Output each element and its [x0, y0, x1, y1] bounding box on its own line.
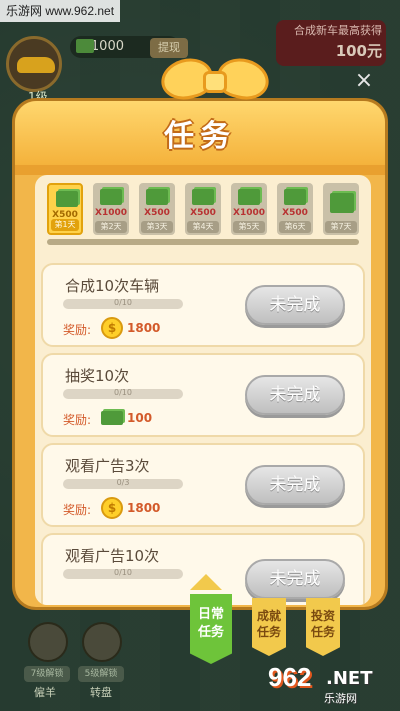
reward-label: 奖励: — [63, 503, 92, 517]
day-card-6[interactable]: X500 第6天 — [277, 183, 313, 235]
car-icon — [17, 57, 55, 73]
promo-text: 合成新车最高获得 — [294, 24, 382, 37]
day-card-4[interactable]: X500 第4天 — [185, 183, 221, 235]
task-item: 抽奖10次 0/10 奖励: 100 未完成 — [41, 353, 365, 437]
reward-label: 奖励: — [63, 413, 92, 427]
cash-icon — [146, 189, 168, 205]
gift-bow-icon — [155, 52, 275, 115]
task-name: 观看广告10次 — [65, 547, 160, 565]
incomplete-button[interactable]: 未完成 — [245, 465, 345, 505]
reward-label: 奖励: — [63, 323, 92, 337]
tab-daily[interactable]: 日常 任务 — [190, 594, 232, 664]
cash-icon — [100, 189, 122, 205]
day-label: 第7天 — [325, 221, 357, 233]
reward-amount: 100 — [127, 411, 153, 425]
tab-label: 成就 — [256, 609, 281, 623]
tab-pointer-icon — [190, 574, 222, 590]
task-item: 观看广告3次 0/3 奖励: $ 1800 未完成 — [41, 443, 365, 527]
cash-icon — [192, 189, 214, 205]
coin-icon: $ — [101, 317, 123, 339]
task-progress-text: 0/10 — [114, 298, 132, 307]
watermark: 乐游网 www.962.net — [0, 0, 121, 22]
task-progress-bar: 0/10 — [63, 388, 183, 399]
day-amount: X1000 — [233, 208, 265, 218]
tab-label: 任务 — [256, 625, 281, 639]
day-card-2[interactable]: X1000 第2天 — [93, 183, 129, 235]
logo-number: 962 — [268, 662, 312, 692]
day-card-7[interactable]: 第7天 — [323, 183, 359, 235]
site-logo: 962 .NET 乐游网 — [264, 660, 394, 706]
day-card-3[interactable]: X500 第3天 — [139, 183, 175, 235]
reward-amount: 1800 — [127, 321, 161, 335]
task-progress-bar: 0/10 — [63, 298, 183, 309]
task-item: 合成10次车辆 0/10 奖励: $ 1800 未完成 — [41, 263, 365, 347]
day-amount: X1000 — [95, 208, 127, 218]
unlock-chip: 7级解锁 — [24, 666, 70, 682]
cash-stack-icon — [330, 193, 354, 213]
tab-label: 任务 — [197, 625, 224, 640]
panel-title: 任务 — [164, 120, 236, 153]
logo-net: .NET — [326, 668, 373, 689]
incomplete-button[interactable]: 未完成 — [245, 559, 345, 599]
cash-icon — [56, 191, 78, 207]
coin-icon: $ — [101, 497, 123, 519]
day-label: 第3天 — [141, 221, 173, 233]
bottom-label: 僱羊 — [34, 686, 56, 699]
tab-achievement[interactable]: 成就 任务 — [252, 598, 286, 656]
day-amount: X500 — [144, 208, 170, 218]
days-progress-track — [47, 239, 359, 245]
task-name: 抽奖10次 — [65, 367, 130, 385]
day-amount: X500 — [190, 208, 216, 218]
reward-amount: 1800 — [127, 501, 161, 515]
cash-icon — [76, 39, 94, 53]
logo-subtitle: 乐游网 — [324, 692, 357, 705]
task-progress-text: 0/10 — [114, 568, 132, 577]
car-avatar[interactable] — [6, 36, 62, 92]
day-label: 第2天 — [95, 221, 127, 233]
task-progress-bar: 0/3 — [63, 478, 183, 489]
task-progress-text: 0/10 — [114, 388, 132, 397]
task-name: 观看广告3次 — [65, 457, 150, 475]
incomplete-button[interactable]: 未完成 — [245, 285, 345, 325]
daily-reward-strip: X500 第1天 X1000 第2天 X500 第3天 X500 第4天 X10… — [47, 183, 359, 243]
day-label: 第5天 — [233, 221, 265, 233]
day-label: 第1天 — [51, 219, 79, 231]
task-progress-bar: 0/10 — [63, 568, 183, 579]
incomplete-button[interactable]: 未完成 — [245, 375, 345, 415]
tab-investment[interactable]: 投资 任务 — [306, 598, 340, 656]
day-label: 第4天 — [187, 221, 219, 233]
task-panel: 任务 X500 第1天 X1000 第2天 X500 第3天 X500 第4天 — [12, 52, 388, 610]
day-amount: X500 — [282, 208, 308, 218]
panel-body: X500 第1天 X1000 第2天 X500 第3天 X500 第4天 X10… — [35, 175, 371, 605]
wheel-button[interactable] — [82, 622, 122, 662]
bottom-label: 转盘 — [90, 686, 112, 699]
close-icon[interactable]: × — [352, 70, 376, 94]
tab-label: 日常 — [197, 607, 224, 622]
cash-icon — [284, 189, 306, 205]
cash-icon — [101, 411, 123, 425]
task-progress-text: 0/3 — [116, 478, 130, 487]
day-label: 第6天 — [279, 221, 311, 233]
sheep-button[interactable] — [28, 622, 68, 662]
tab-label: 投资 — [310, 609, 335, 623]
day-card-1[interactable]: X500 第1天 — [47, 183, 83, 235]
promo-price: 100元 — [335, 42, 382, 60]
task-name: 合成10次车辆 — [65, 277, 160, 295]
cash-icon — [238, 189, 260, 205]
tab-label: 任务 — [310, 625, 335, 639]
unlock-chip: 5级解锁 — [78, 666, 124, 682]
day-card-5[interactable]: X1000 第5天 — [231, 183, 267, 235]
